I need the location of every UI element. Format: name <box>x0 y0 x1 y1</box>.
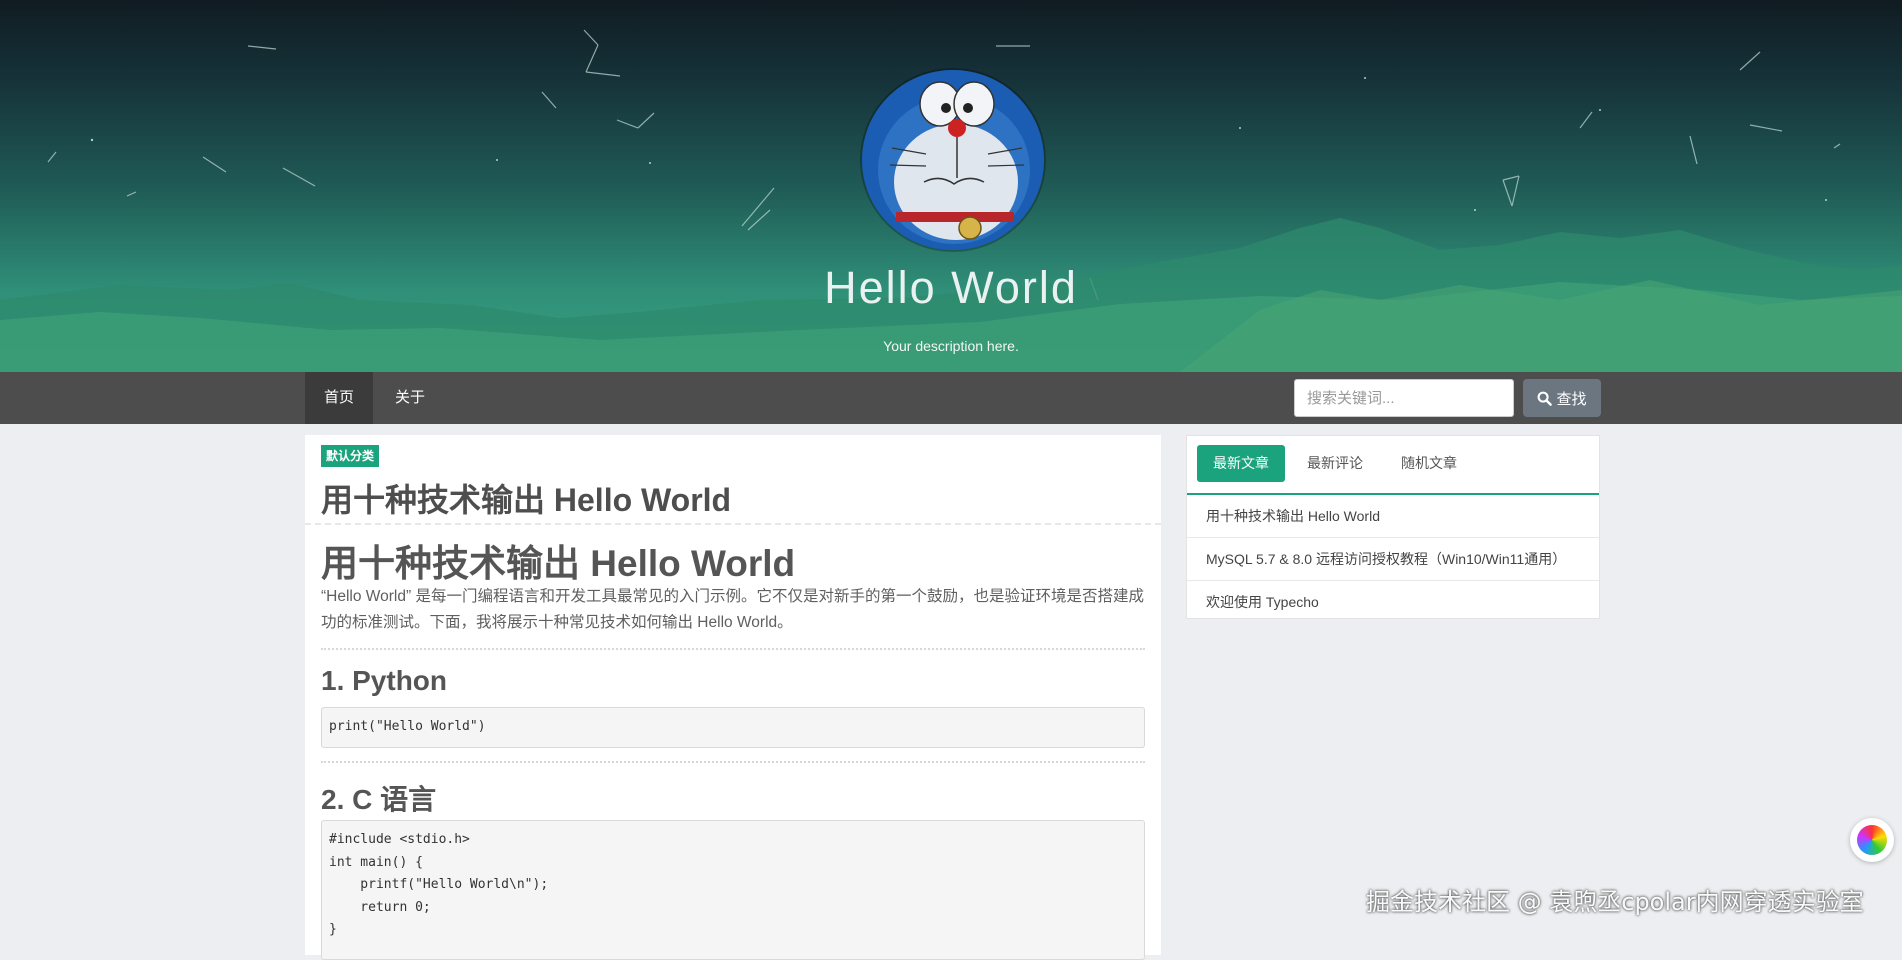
doraemon-avatar-image <box>862 70 1044 250</box>
section-heading-python: 1. Python <box>321 665 448 696</box>
watermark: 掘金技术社区 @ 袁煦丞cpolar内网穿透实验室 <box>1366 888 1864 916</box>
sidebar-tabs: 最新文章 最新评论 随机文章 <box>1187 436 1599 495</box>
list-item[interactable]: 用十种技术输出 Hello World <box>1187 495 1599 538</box>
nav-item-about[interactable]: 关于 <box>380 372 440 424</box>
tab-latest-comments[interactable]: 最新评论 <box>1291 445 1379 482</box>
color-wheel-button[interactable] <box>1850 818 1894 862</box>
content-heading: 用十种技术输出 Hello World <box>321 543 796 584</box>
color-wheel-icon <box>1857 825 1887 855</box>
list-item[interactable]: MySQL 5.7 & 8.0 远程访问授权教程（Win10/Win11通用） <box>1187 538 1599 581</box>
tab-latest-posts[interactable]: 最新文章 <box>1197 445 1285 482</box>
post-article: 默认分类 用十种技术输出 Hello World 用十种技术输出 Hello W… <box>305 435 1161 960</box>
search-button[interactable]: 查找 <box>1523 379 1601 417</box>
section-divider <box>321 761 1145 763</box>
top-navigation: 首页 关于 <box>0 372 1902 424</box>
hero-banner: Hello World Your description here. <box>0 0 1902 372</box>
code-block-c: #include <stdio.h> int main() { printf("… <box>321 820 1145 960</box>
site-description: Your description here. <box>883 338 1019 354</box>
sidebar-widget: 最新文章 最新评论 随机文章 用十种技术输出 Hello World MySQL… <box>1186 435 1600 619</box>
site-title: Hello World <box>824 262 1078 313</box>
category-badge[interactable]: 默认分类 <box>321 445 380 467</box>
post-title[interactable]: 用十种技术输出 Hello World <box>321 475 731 521</box>
list-item[interactable]: 欢迎使用 Typecho <box>1187 581 1599 623</box>
search-button-label: 查找 <box>1556 390 1587 408</box>
tab-random-posts[interactable]: 随机文章 <box>1385 445 1473 482</box>
latest-posts-list: 用十种技术输出 Hello World MySQL 5.7 & 8.0 远程访问… <box>1187 495 1599 623</box>
search-icon <box>1538 391 1553 406</box>
nav-item-home[interactable]: 首页 <box>305 372 373 424</box>
section-divider <box>321 648 1145 650</box>
section-heading-c: 2. C 语言 <box>321 784 437 815</box>
code-block-python: print("Hello World") <box>321 707 1145 748</box>
intro-paragraph: “Hello World” 是每一门编程语言和开发工具最常见的入门示例。它不仅是… <box>321 588 1144 631</box>
title-divider <box>305 523 1161 525</box>
search-input[interactable] <box>1294 379 1514 417</box>
avatar <box>862 70 1044 250</box>
